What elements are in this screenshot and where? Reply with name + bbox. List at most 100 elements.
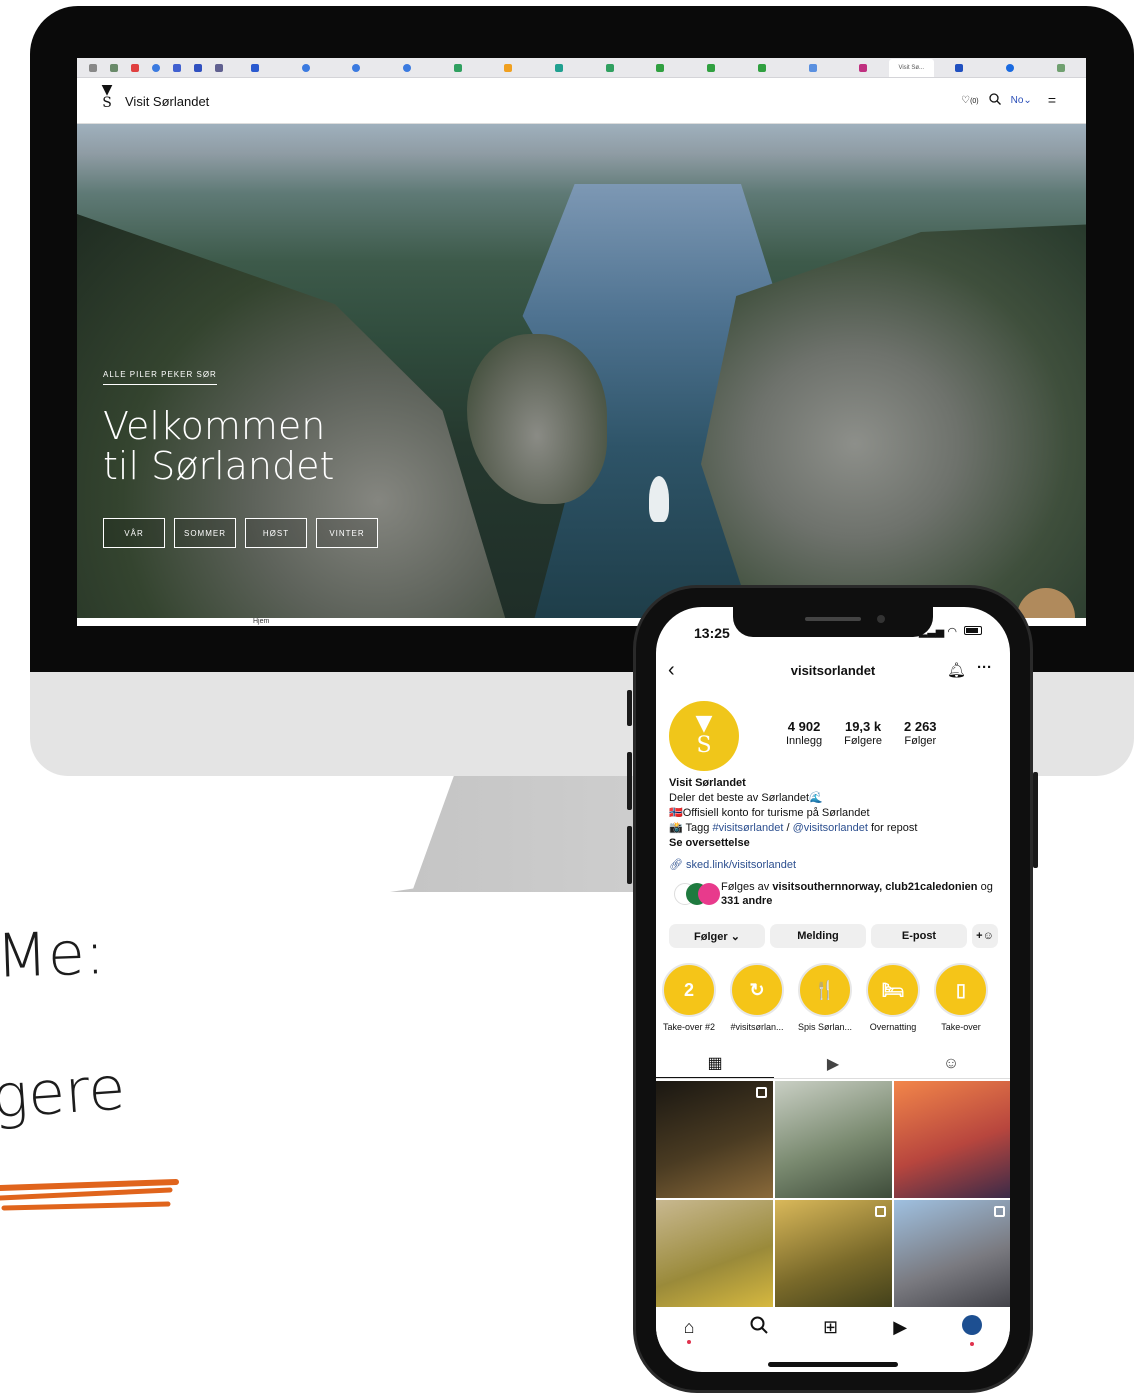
ig-stat-label: Innlegg [786,735,823,747]
browser-tab[interactable] [432,61,483,75]
email-button[interactable]: E-post [871,924,967,948]
ig-bio-text: for repost [867,822,918,834]
browser-tab[interactable] [985,61,1036,75]
ig-post-thumbnail[interactable] [656,1200,773,1317]
browser-tab[interactable] [584,61,635,75]
see-translation-link[interactable]: Se oversettelse [669,836,999,851]
home-indicator[interactable] [768,1362,898,1367]
ig-profile-link[interactable]: 🔗︎ sked.link/visitsorlandet [669,858,796,871]
language-selector[interactable]: No⌄ [1011,95,1032,106]
footer-home-link[interactable]: Hjem [253,618,269,625]
ig-stat-value: 19,3 k [844,719,882,734]
ig-post-thumbnail[interactable] [656,1081,773,1198]
ig-followed-by-text: Følges av visitsouthernnorway, club21cal… [721,880,1010,908]
hero-title-line2: til Sørlandet [103,444,335,488]
highlight-item[interactable]: 🛏 Overnatting [866,963,920,1032]
message-button[interactable]: Melding [770,924,866,948]
highlight-item[interactable]: 🍴 Spis Sørlan... [798,963,852,1032]
add-person-button[interactable]: +☺ [972,924,998,948]
grid-tab[interactable]: ▦ [656,1049,774,1078]
highlight-label: Take-over #2 [662,1022,716,1032]
browser-tab[interactable] [934,61,985,75]
browser-tab-bar: Visit Sø... [77,58,1086,78]
season-button-spring[interactable]: VÅR [103,518,165,548]
browser-tab[interactable] [146,61,167,75]
hero-eyebrow: ALLE PILER PEKER SØR [103,370,217,385]
browser-tab[interactable] [230,61,281,75]
browser-tab[interactable] [209,61,230,75]
highlight-label: Overnatting [869,1022,917,1032]
more-icon[interactable]: ··· [977,659,992,676]
ig-stat-value: 2 263 [904,719,937,734]
ig-stat-following[interactable]: 2 263 Følger [904,719,937,747]
highlight-cutlery-icon: 🍴 [798,963,852,1017]
reels-tab[interactable]: ▶︎ [774,1049,892,1078]
ig-post-thumbnail[interactable] [775,1200,892,1317]
bell-icon[interactable]: 🔔︎ [947,661,966,679]
search-icon[interactable] [750,1316,768,1339]
ig-stat-label: Følgere [844,735,882,747]
site-logo[interactable]: ▼ S [101,83,113,110]
browser-tab[interactable] [686,61,737,75]
phone-volume-down-button [627,826,632,884]
season-button-autumn[interactable]: HØST [245,518,307,548]
ig-stat-label: Følger [904,735,937,747]
highlight-item[interactable]: ↻ #visitsørlan... [730,963,784,1032]
phone-notch [733,607,933,637]
ig-followed-by[interactable]: Følges av visitsouthernnorway, club21cal… [674,880,1010,908]
browser-tab[interactable] [483,61,534,75]
ig-post-thumbnail[interactable] [894,1081,1010,1198]
browser-tab[interactable] [635,61,686,75]
ig-profile-link-text: sked.link/visitsorlandet [686,859,797,871]
browser-tab[interactable] [83,61,104,75]
ig-bio: Visit Sørlandet Deler det beste av Sørla… [669,776,999,851]
site-name[interactable]: Visit Sørlandet [125,94,209,109]
season-button-summer[interactable]: SOMMER [174,518,236,548]
browser-tab[interactable] [1035,61,1086,75]
site-tools: ♡(0) No⌄ = [961,92,1056,108]
ig-avatar[interactable]: ▼ S [669,701,739,771]
ig-stat-followers[interactable]: 19,3 k Følgere [844,719,882,747]
link-icon: 🔗︎ [669,859,683,871]
following-button[interactable]: Følger ⌄ [669,924,765,948]
ig-post-thumbnail[interactable] [894,1200,1010,1317]
browser-tab[interactable] [787,61,838,75]
highlight-item[interactable]: ▯ Take-over [934,963,988,1032]
hero-section: ALLE PILER PEKER SØR Velkommen til Sørla… [77,124,1086,618]
handwritten-line-1: Me: [0,918,107,992]
hero-title-line1: Velkommen [103,404,326,448]
browser-tab[interactable] [188,61,209,75]
carousel-icon [756,1087,767,1098]
browser-tab[interactable] [838,61,889,75]
browser-tab[interactable] [737,61,788,75]
ig-mention-link[interactable]: @visitsorlandet [793,822,868,834]
ig-hashtag-link[interactable]: #visitsørlandet [712,822,783,834]
new-post-icon[interactable]: ⊞ [823,1317,838,1338]
ig-bio-line1: Deler det beste av Sørlandet🌊 [669,792,823,804]
browser-tab[interactable] [534,61,585,75]
browser-tab[interactable] [280,61,331,75]
search-icon[interactable] [988,92,1001,108]
hero-image-islet [467,334,607,504]
browser-tab[interactable] [125,61,146,75]
reels-nav-icon[interactable]: ▶︎ [893,1317,907,1338]
ig-stat-posts[interactable]: 4 902 Innlegg [786,719,822,747]
tagged-tab[interactable]: ☺ [892,1049,1010,1078]
site-header: ▼ S Visit Sørlandet ♡(0) No⌄ = [77,78,1086,124]
browser-tab[interactable] [382,61,433,75]
browser-tab[interactable] [331,61,382,75]
phone-screen: 13:25 ▂▃▅ ◠ ‹ visitsorlandet 🔔︎ ··· ▼ S 4… [656,607,1010,1372]
highlight-item[interactable]: 2 Take-over #2 [662,963,716,1032]
ig-post-thumbnail[interactable] [775,1081,892,1198]
hero-title: Velkommen til Sørlandet [103,406,334,486]
browser-tab-active[interactable]: Visit Sø... [888,58,934,77]
heart-icon[interactable]: ♡(0) [961,95,979,106]
browser-tab[interactable] [167,61,188,75]
season-button-winter[interactable]: VINTER [316,518,378,548]
browser-tab[interactable] [104,61,125,75]
home-icon[interactable]: ⌂ [684,1317,694,1344]
add-person-icon: +☺ [976,930,994,942]
profile-icon[interactable] [962,1314,983,1346]
followed-by-names: visitsouthernnorway, club21caledonien [772,881,978,893]
menu-icon[interactable]: = [1048,92,1056,108]
